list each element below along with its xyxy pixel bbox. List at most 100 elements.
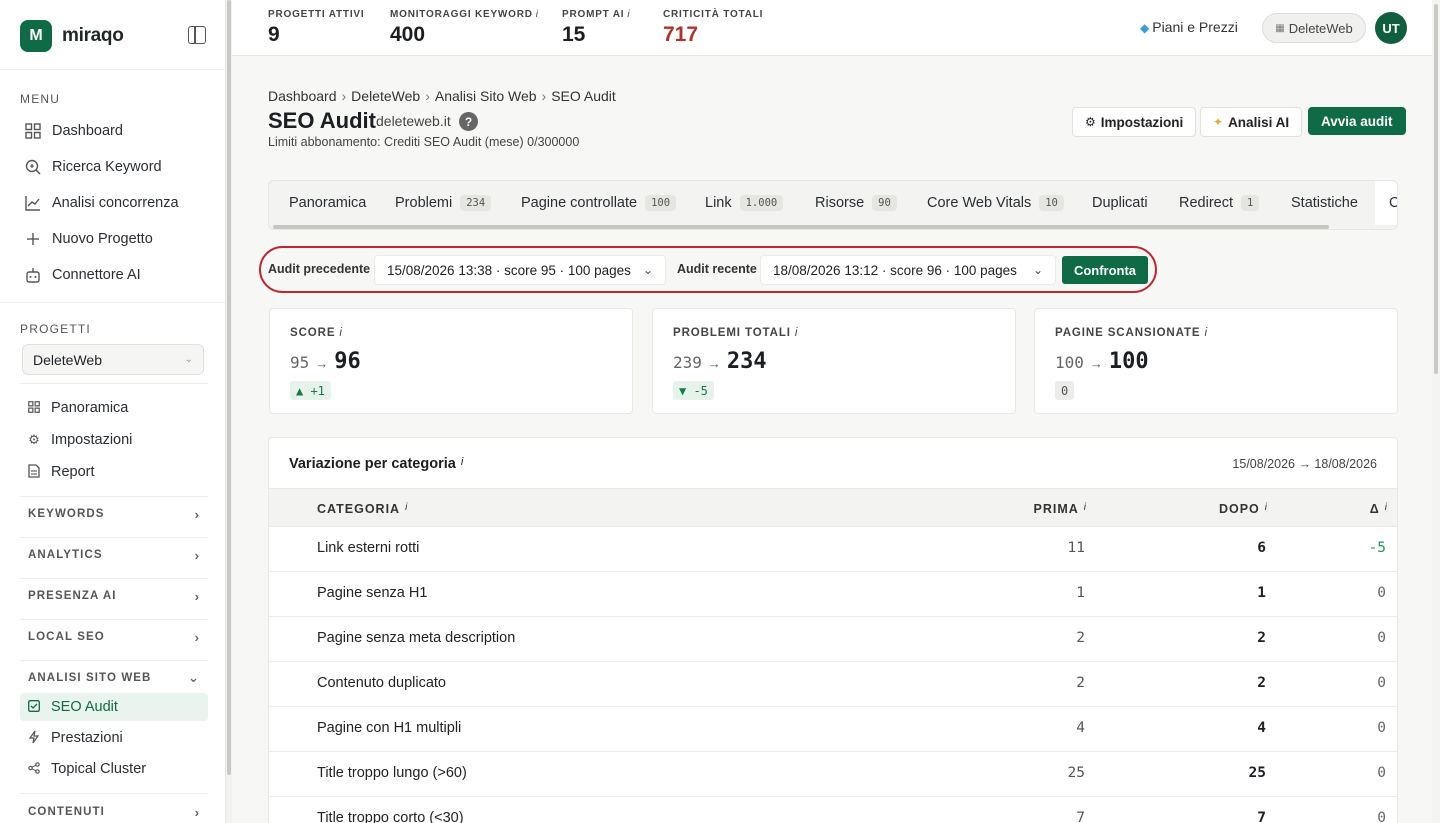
document-icon	[26, 463, 42, 481]
scrollbar-thumb[interactable]	[227, 0, 231, 775]
info-icon[interactable]: i	[339, 327, 342, 339]
sidebar-item-seo-audit[interactable]: SEO Audit	[20, 693, 208, 721]
table-row[interactable]: Contenuto duplicato 2 2 0	[269, 662, 1397, 707]
sidebar-item-topical-cluster[interactable]: Topical Cluster	[20, 755, 208, 783]
nav-connettore-ai[interactable]: Connettore AI	[20, 260, 210, 290]
tab-pagine-controllate[interactable]: Pagine controllate 100	[521, 181, 677, 225]
sidebar-item-impostazioni[interactable]: ⚙ Impostazioni	[20, 426, 208, 454]
table-row[interactable]: Pagine senza H1 1 1 0	[269, 572, 1397, 617]
kpi-prompt-ai: PROMPT AI i 15	[562, 9, 630, 47]
chevron-right-icon: ›	[194, 506, 200, 522]
nav-label: Analisi concorrenza	[52, 195, 179, 211]
sidebar-item-report[interactable]: Report	[20, 458, 208, 486]
tab-redirect[interactable]: Redirect 1	[1179, 181, 1260, 225]
cell-prima: 2	[1076, 630, 1085, 646]
column-label: Δ	[1369, 502, 1380, 516]
group-label: ANALISI SITO WEB	[28, 672, 152, 684]
cell-categoria: Title troppo corto (<30)	[317, 810, 464, 823]
tab-link[interactable]: Link 1.000	[705, 181, 784, 225]
divider	[20, 578, 208, 579]
info-icon[interactable]: i	[627, 9, 630, 20]
avatar[interactable]: UT	[1375, 12, 1407, 44]
recent-audit-select[interactable]: 18/08/2026 13:12 · score 96 · 100 pages …	[760, 255, 1056, 285]
group-analisi-sito-web[interactable]: ANALISI SITO WEB ⌄	[20, 667, 208, 689]
tab-core-web-vitals[interactable]: Core Web Vitals 10	[927, 181, 1064, 225]
info-icon[interactable]: i	[1084, 502, 1087, 513]
table-row[interactable]: Title troppo lungo (>60) 25 25 0	[269, 752, 1397, 797]
breadcrumb-item[interactable]: Dashboard	[268, 88, 337, 104]
compare-button[interactable]: Confronta	[1062, 256, 1148, 284]
column-header-prima[interactable]: PRIMA i	[1033, 502, 1087, 516]
info-icon[interactable]: i	[461, 456, 463, 468]
nav-nuovo-progetto[interactable]: Nuovo Progetto	[20, 224, 210, 254]
tab-risorse[interactable]: Risorse 90	[815, 181, 897, 225]
sidebar-toggle-icon[interactable]	[188, 26, 206, 44]
cell-dopo: 7	[1257, 810, 1266, 823]
chevron-down-icon: ⌄	[188, 670, 200, 685]
scanned-pages-card: PAGINE SCANSIONATE i 100 → 100 0	[1034, 308, 1398, 414]
kpi-label: PROGETTI ATTIVI	[268, 9, 365, 20]
table-row[interactable]: Pagine senza meta description 2 2 0	[269, 617, 1397, 662]
group-analytics[interactable]: ANALYTICS ›	[20, 544, 208, 566]
info-icon[interactable]: i	[1265, 502, 1268, 513]
table-row[interactable]: Pagine con H1 multipli 4 4 0	[269, 707, 1397, 752]
workspace-button[interactable]: ▦ DeleteWeb	[1262, 13, 1366, 43]
group-presenza-ai[interactable]: PRESENZA AI ›	[20, 585, 208, 607]
subscription-limits: Limiti abbonamento: Crediti SEO Audit (m…	[268, 135, 580, 149]
nav-dashboard[interactable]: Dashboard	[20, 116, 210, 146]
scrollbar-thumb[interactable]	[1434, 4, 1438, 374]
cell-categoria: Pagine senza meta description	[317, 630, 516, 646]
kpi-value: 9	[268, 23, 280, 46]
group-local-seo[interactable]: LOCAL SEO ›	[20, 626, 208, 648]
card-label: PROBLEMI TOTALI	[673, 327, 791, 339]
sidebar-item-prestazioni[interactable]: Prestazioni	[20, 724, 208, 752]
main-scrollbar[interactable]	[1432, 0, 1440, 823]
cell-delta: 0	[1377, 585, 1386, 601]
project-select[interactable]: DeleteWeb ⌄	[22, 344, 204, 375]
info-icon[interactable]: i	[1204, 327, 1207, 339]
workspace-label: DeleteWeb	[1288, 20, 1353, 36]
tab-label: Core Web Vitals	[927, 195, 1032, 211]
divider	[0, 69, 226, 70]
ai-analysis-button[interactable]: ✦ Analisi AI	[1200, 107, 1303, 137]
sidebar-item-panoramica[interactable]: Panoramica	[20, 394, 208, 422]
tab-badge: 1.000	[739, 195, 784, 211]
breadcrumb-item[interactable]: Analisi Sito Web	[435, 88, 537, 104]
tab-duplicati[interactable]: Duplicati	[1092, 181, 1148, 225]
tabs-scrollbar[interactable]	[273, 225, 1329, 229]
nav-analisi-concorrenza[interactable]: Analisi concorrenza	[20, 188, 210, 218]
column-header-dopo[interactable]: DOPO i	[1219, 502, 1268, 516]
tab-statistiche[interactable]: Statistiche	[1291, 181, 1358, 225]
table-row[interactable]: Title troppo corto (<30) 7 7 0	[269, 797, 1397, 823]
kpi-value: 15	[562, 23, 586, 46]
nav-ricerca-keyword[interactable]: Ricerca Keyword	[20, 152, 210, 182]
info-icon[interactable]: i	[795, 327, 798, 339]
previous-audit-select[interactable]: 15/08/2026 13:38 · score 95 · 100 pages …	[374, 255, 666, 285]
table-row[interactable]: Link esterni rotti 11 6 -5	[269, 527, 1397, 572]
start-audit-button[interactable]: Avvia audit	[1308, 107, 1406, 135]
column-header-categoria[interactable]: CATEGORIA i	[317, 502, 408, 516]
info-icon[interactable]: i	[405, 502, 408, 513]
settings-button[interactable]: ⚙ Impostazioni	[1072, 107, 1197, 137]
cell-categoria: Link esterni rotti	[317, 540, 420, 556]
help-icon[interactable]: ?	[459, 112, 478, 131]
card-delta-badge: ▲ +1	[290, 381, 331, 400]
chevron-right-icon: ›	[194, 547, 200, 563]
nav-label: Dashboard	[52, 123, 123, 139]
cell-prima: 1	[1076, 585, 1085, 601]
card-to-value: 234	[726, 349, 767, 374]
info-icon[interactable]: i	[1385, 502, 1388, 513]
group-contenuti[interactable]: CONTENUTI ›	[20, 801, 208, 823]
info-icon[interactable]: i	[536, 9, 539, 20]
sidebar-scrollbar[interactable]	[226, 0, 232, 823]
group-keywords[interactable]: KEYWORDS ›	[20, 503, 208, 525]
breadcrumb-item[interactable]: DeleteWeb	[351, 88, 420, 104]
tab-problemi[interactable]: Problemi 234	[395, 181, 492, 225]
column-header-delta[interactable]: Δi	[1370, 502, 1388, 516]
brand[interactable]: M miraqo	[20, 20, 124, 52]
search-icon	[24, 158, 42, 176]
kpi-label: MONITORAGGI KEYWORD	[390, 9, 533, 20]
tab-panoramica[interactable]: Panoramica	[289, 181, 366, 225]
plans-link[interactable]: ◆ Piani e Prezzi	[1140, 19, 1238, 35]
tab-confronto[interactable]: C	[1375, 181, 1397, 225]
